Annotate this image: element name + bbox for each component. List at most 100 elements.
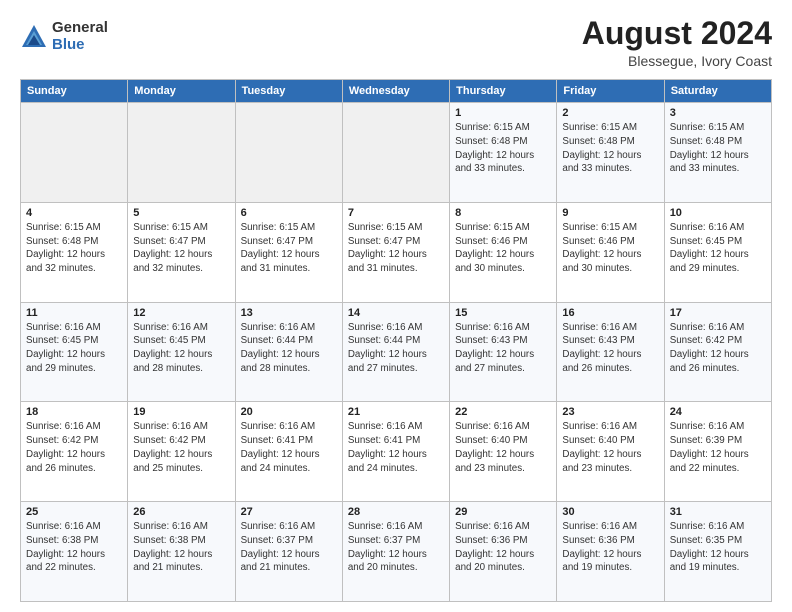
header: General Blue August 2024 Blessegue, Ivor…: [20, 16, 772, 69]
day-info: Sunrise: 6:15 AMSunset: 6:48 PMDaylight:…: [26, 221, 122, 276]
day-number: 29: [455, 506, 551, 518]
day-number: 15: [455, 307, 551, 319]
day-number: 10: [670, 207, 766, 219]
calendar-cell: [128, 103, 235, 203]
calendar-cell: 20Sunrise: 6:16 AMSunset: 6:41 PMDayligh…: [235, 402, 342, 502]
day-info: Sunrise: 6:16 AMSunset: 6:36 PMDaylight:…: [562, 520, 658, 575]
week-row-5: 25Sunrise: 6:16 AMSunset: 6:38 PMDayligh…: [21, 502, 772, 602]
day-number: 17: [670, 307, 766, 319]
calendar-cell: 30 Sunrise: 6:16 AMSunset: 6:36 PMDayligh…: [557, 502, 664, 602]
day-info: Sunrise: 6:15 AMSunset: 6:48 PMDaylight:…: [455, 121, 551, 176]
calendar-cell: 3Sunrise: 6:15 AMSunset: 6:48 PMDaylight…: [664, 103, 771, 203]
day-info: Sunrise: 6:15 AMSunset: 6:46 PMDaylight:…: [562, 221, 658, 276]
calendar-cell: 28 Sunrise: 6:16 AMSunset: 6:37 PMDayligh…: [342, 502, 449, 602]
calendar-cell: 25Sunrise: 6:16 AMSunset: 6:38 PMDayligh…: [21, 502, 128, 602]
calendar-cell: 22 Sunrise: 6:16 AMSunset: 6:40 PMDayligh…: [450, 402, 557, 502]
day-number: 7: [348, 207, 444, 219]
weekday-header-tuesday: Tuesday: [235, 80, 342, 103]
day-number: 12: [133, 307, 229, 319]
calendar-table: SundayMondayTuesdayWednesdayThursdayFrid…: [20, 79, 772, 602]
day-number: 1: [455, 107, 551, 119]
day-info: Sunrise: 6:16 AMSunset: 6:38 PMDaylight:…: [26, 520, 122, 575]
day-info: Sunrise: 6:16 AMSunset: 6:36 PMDaylight:…: [455, 520, 551, 575]
calendar-cell: 4Sunrise: 6:15 AMSunset: 6:48 PMDaylight…: [21, 202, 128, 302]
logo-general: General: [52, 20, 108, 37]
day-number: 30: [562, 506, 658, 518]
title-block: August 2024 Blessegue, Ivory Coast: [582, 16, 772, 69]
calendar-cell: 16 Sunrise: 6:16 AMSunset: 6:43 PMDayligh…: [557, 302, 664, 402]
calendar-cell: 6Sunrise: 6:15 AMSunset: 6:47 PMDaylight…: [235, 202, 342, 302]
weekday-header-wednesday: Wednesday: [342, 80, 449, 103]
week-row-2: 4Sunrise: 6:15 AMSunset: 6:48 PMDaylight…: [21, 202, 772, 302]
calendar-cell: 19Sunrise: 6:16 AMSunset: 6:42 PMDayligh…: [128, 402, 235, 502]
week-row-4: 18 Sunrise: 6:16 AMSunset: 6:42 PMDayligh…: [21, 402, 772, 502]
calendar-cell: 23 Sunrise: 6:16 AMSunset: 6:40 PMDayligh…: [557, 402, 664, 502]
weekday-header-friday: Friday: [557, 80, 664, 103]
day-info: Sunrise: 6:16 AMSunset: 6:41 PMDaylight:…: [348, 420, 444, 475]
weekday-header-monday: Monday: [128, 80, 235, 103]
day-number: 6: [241, 207, 337, 219]
day-number: 18: [26, 406, 122, 418]
logo: General Blue: [20, 20, 108, 53]
calendar-cell: 26Sunrise: 6:16 AMSunset: 6:38 PMDayligh…: [128, 502, 235, 602]
weekday-row: SundayMondayTuesdayWednesdayThursdayFrid…: [21, 80, 772, 103]
day-info: Sunrise: 6:15 AMSunset: 6:48 PMDaylight:…: [562, 121, 658, 176]
calendar-header: SundayMondayTuesdayWednesdayThursdayFrid…: [21, 80, 772, 103]
day-info: Sunrise: 6:16 AMSunset: 6:39 PMDaylight:…: [670, 420, 766, 475]
day-info: Sunrise: 6:16 AMSunset: 6:42 PMDaylight:…: [26, 420, 122, 475]
day-number: 2: [562, 107, 658, 119]
day-info: Sunrise: 6:16 AMSunset: 6:45 PMDaylight:…: [133, 321, 229, 376]
day-number: 16: [562, 307, 658, 319]
day-number: 27: [241, 506, 337, 518]
day-info: Sunrise: 6:16 AMSunset: 6:44 PMDaylight:…: [348, 321, 444, 376]
calendar-cell: 9 Sunrise: 6:15 AMSunset: 6:46 PMDaylight…: [557, 202, 664, 302]
day-number: 11: [26, 307, 122, 319]
day-number: 28: [348, 506, 444, 518]
calendar-cell: [235, 103, 342, 203]
calendar-cell: 21 Sunrise: 6:16 AMSunset: 6:41 PMDayligh…: [342, 402, 449, 502]
day-info: Sunrise: 6:16 AMSunset: 6:37 PMDaylight:…: [348, 520, 444, 575]
day-number: 3: [670, 107, 766, 119]
day-info: Sunrise: 6:16 AMSunset: 6:40 PMDaylight:…: [455, 420, 551, 475]
calendar-cell: 13Sunrise: 6:16 AMSunset: 6:44 PMDayligh…: [235, 302, 342, 402]
day-info: Sunrise: 6:16 AMSunset: 6:40 PMDaylight:…: [562, 420, 658, 475]
calendar-cell: 18 Sunrise: 6:16 AMSunset: 6:42 PMDayligh…: [21, 402, 128, 502]
day-info: Sunrise: 6:16 AMSunset: 6:43 PMDaylight:…: [562, 321, 658, 376]
calendar-cell: 2 Sunrise: 6:15 AMSunset: 6:48 PMDaylight…: [557, 103, 664, 203]
day-info: Sunrise: 6:16 AMSunset: 6:43 PMDaylight:…: [455, 321, 551, 376]
subtitle: Blessegue, Ivory Coast: [582, 53, 772, 69]
calendar-cell: 12 Sunrise: 6:16 AMSunset: 6:45 PMDayligh…: [128, 302, 235, 402]
day-number: 8: [455, 207, 551, 219]
day-info: Sunrise: 6:15 AMSunset: 6:46 PMDaylight:…: [455, 221, 551, 276]
day-info: Sunrise: 6:16 AMSunset: 6:35 PMDaylight:…: [670, 520, 766, 575]
day-info: Sunrise: 6:16 AMSunset: 6:42 PMDaylight:…: [670, 321, 766, 376]
weekday-header-saturday: Saturday: [664, 80, 771, 103]
day-number: 23: [562, 406, 658, 418]
calendar-cell: 11 Sunrise: 6:16 AMSunset: 6:45 PMDayligh…: [21, 302, 128, 402]
day-number: 20: [241, 406, 337, 418]
calendar-cell: 17 Sunrise: 6:16 AMSunset: 6:42 PMDayligh…: [664, 302, 771, 402]
calendar-cell: 14Sunrise: 6:16 AMSunset: 6:44 PMDayligh…: [342, 302, 449, 402]
logo-blue: Blue: [52, 37, 108, 54]
day-info: Sunrise: 6:16 AMSunset: 6:45 PMDaylight:…: [26, 321, 122, 376]
day-number: 22: [455, 406, 551, 418]
weekday-header-sunday: Sunday: [21, 80, 128, 103]
calendar-cell: 5Sunrise: 6:15 AMSunset: 6:47 PMDaylight…: [128, 202, 235, 302]
day-number: 9: [562, 207, 658, 219]
day-number: 31: [670, 506, 766, 518]
day-info: Sunrise: 6:15 AMSunset: 6:47 PMDaylight:…: [348, 221, 444, 276]
calendar-cell: [21, 103, 128, 203]
calendar-cell: 1 Sunrise: 6:15 AMSunset: 6:48 PMDaylight…: [450, 103, 557, 203]
calendar-body: 1 Sunrise: 6:15 AMSunset: 6:48 PMDaylight…: [21, 103, 772, 602]
day-number: 21: [348, 406, 444, 418]
calendar-cell: 24Sunrise: 6:16 AMSunset: 6:39 PMDayligh…: [664, 402, 771, 502]
calendar-cell: [342, 103, 449, 203]
day-number: 19: [133, 406, 229, 418]
week-row-3: 11 Sunrise: 6:16 AMSunset: 6:45 PMDayligh…: [21, 302, 772, 402]
day-number: 5: [133, 207, 229, 219]
page: General Blue August 2024 Blessegue, Ivor…: [0, 0, 792, 612]
calendar-cell: 29 Sunrise: 6:16 AMSunset: 6:36 PMDayligh…: [450, 502, 557, 602]
weekday-header-thursday: Thursday: [450, 80, 557, 103]
main-title: August 2024: [582, 16, 772, 51]
week-row-1: 1 Sunrise: 6:15 AMSunset: 6:48 PMDaylight…: [21, 103, 772, 203]
